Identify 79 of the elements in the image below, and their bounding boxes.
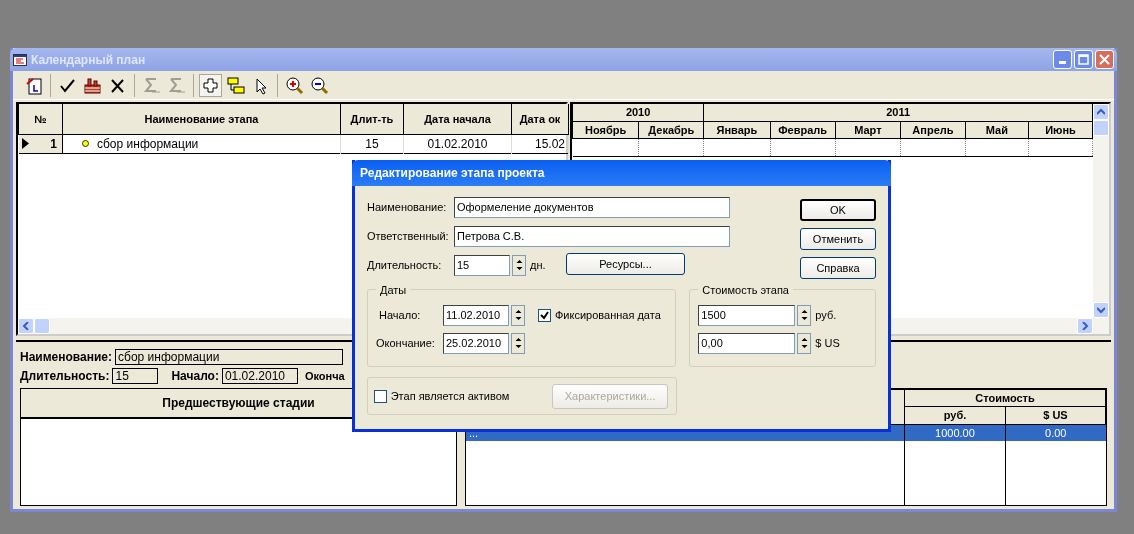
close-button[interactable] [1095,50,1114,70]
scroll-down-button[interactable] [1093,301,1109,318]
minimize-icon [1059,61,1066,65]
column-header: Длит-ть [340,104,404,135]
start-field[interactable]: 11.02.2010 [443,304,509,326]
scroll-up-button[interactable] [1093,104,1109,121]
toolbar-button[interactable] [199,73,222,97]
end-field[interactable]: 25.02.2010 [443,332,509,354]
boxes-icon [226,75,245,95]
table-cell: 1000.00 [935,426,975,439]
table-cell: 01.02.2010 [427,136,488,151]
cost-field[interactable]: 0,00 [698,332,796,354]
name-field: сбор информации [115,349,344,365]
cost-field[interactable]: 1500 [698,304,796,326]
table-cell: 15 [365,136,379,151]
window-icon [13,53,27,66]
field-label: Окончание: [376,335,436,351]
zoom-out-icon [310,75,329,95]
minimize-button[interactable] [1053,50,1072,70]
spin-button[interactable] [797,304,812,326]
field-label: Начало: [171,368,219,385]
field-label: Наименование: [367,199,448,215]
column-header: Стоимость [904,389,1106,407]
duration-field: 15 [112,368,159,384]
column-header: № [18,104,63,135]
scroll-left-button[interactable] [18,317,34,334]
updown-arrows-icon [800,307,808,323]
bullet-icon [82,140,89,148]
updown-arrows-icon [800,335,808,351]
plus-icon [201,75,220,95]
checkbox[interactable] [538,308,551,322]
duration-field[interactable]: 15 [454,254,510,276]
sigma-right-icon [167,75,186,95]
spin-button[interactable] [511,332,525,354]
dialog-button[interactable]: OK [800,199,876,221]
column-header: Наименование этапа [62,104,341,135]
field-label: Оконча [304,368,345,384]
field-label: Длительность: [367,257,443,273]
zoom-in-icon [285,75,304,95]
maximize-button[interactable] [1074,50,1093,70]
column-header: Дата ок [511,104,569,135]
window-title: Календарный план [31,51,147,69]
column-header: Дата начала [403,104,512,135]
year-header: 2011 [703,104,1093,122]
spin-button[interactable] [797,332,812,354]
row-number: 1 [50,135,58,153]
dialog-title: Редактирование этапа проекта [352,160,891,186]
field-label: Наименование: [20,349,113,366]
name-field[interactable]: Оформеление документов [454,196,730,218]
check-icon [540,310,549,320]
checkbox[interactable] [374,389,387,403]
spin-button[interactable] [512,254,526,276]
updown-arrows-icon [515,257,523,273]
factory-icon [83,75,102,95]
field-label: Длительность: [20,368,110,385]
unit-label: дн. [530,257,547,273]
table-cell: ... [469,426,479,439]
unit-label: руб. [815,307,837,323]
field-label: Ответственный: [367,228,450,244]
start-field: 01.02.2010 [221,368,298,384]
scrollbar-thumb[interactable] [1093,120,1109,137]
updown-arrows-icon [514,307,522,323]
field-label: Начало: [378,307,422,323]
dialog-button[interactable]: Отменить [800,228,876,250]
sigma-left-icon [142,75,161,95]
year-header: 2010 [572,104,704,122]
unit-label: $ US [815,335,840,351]
updown-arrows-icon [514,335,522,351]
responsible-field[interactable]: Петрова С.В. [454,225,730,247]
table-cell-text: сбор информации [97,135,199,153]
dialog-button[interactable]: Справка [800,257,876,279]
table-cell: 15.02 [534,136,565,151]
spin-button[interactable] [511,304,525,326]
table-cell: 0.00 [1045,426,1067,439]
scrollbar-thumb[interactable] [34,317,50,334]
checkbox-label: Фиксированная дата [555,307,661,323]
resources-button[interactable]: Ресурсы... [566,253,685,275]
scroll-right-button[interactable] [1077,317,1093,334]
calendar-icon [24,75,43,95]
